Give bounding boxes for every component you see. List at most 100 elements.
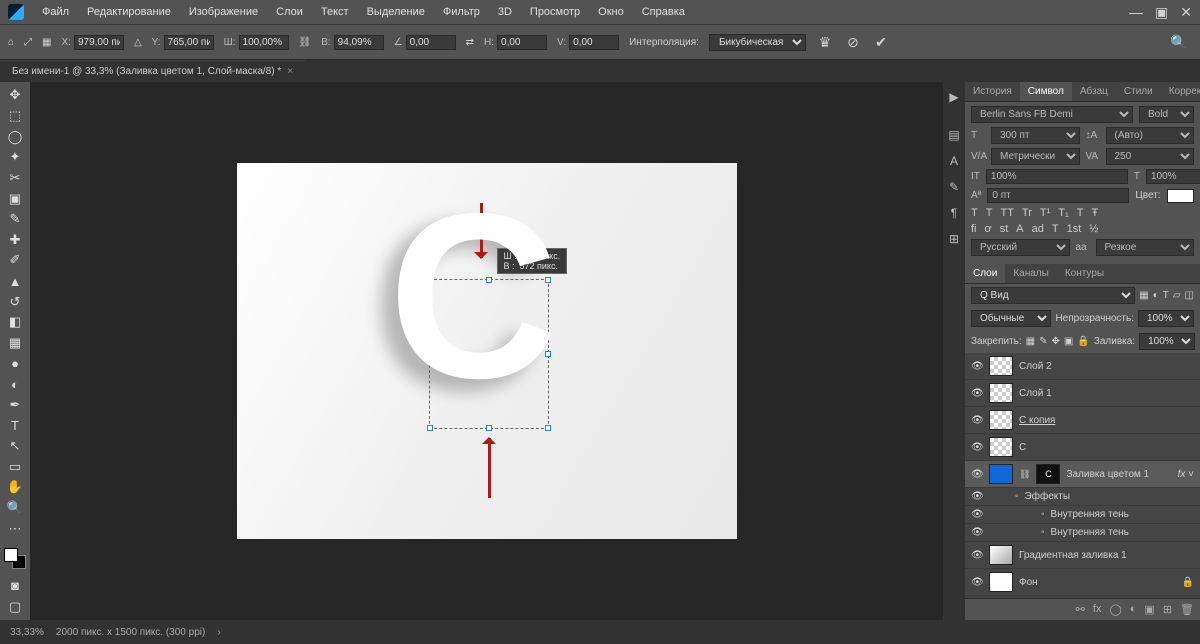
- visibility-icon[interactable]: 👁: [971, 442, 983, 453]
- layer-thumb[interactable]: [989, 572, 1013, 592]
- y-input[interactable]: [164, 35, 214, 50]
- transform-tool-icon[interactable]: ⤢: [24, 37, 32, 48]
- visibility-icon[interactable]: 👁: [971, 491, 983, 502]
- visibility-icon[interactable]: 👁: [971, 469, 983, 480]
- angle-input[interactable]: [406, 35, 456, 50]
- layer-row[interactable]: 👁Градиентная заливка 1: [965, 542, 1200, 569]
- more-tools[interactable]: ⋯: [3, 519, 27, 538]
- lock-trans-icon[interactable]: ▦: [1026, 336, 1035, 347]
- menu-view[interactable]: Просмотр: [530, 6, 580, 18]
- layer-name[interactable]: Внутренняя тень: [1051, 527, 1194, 538]
- layer-name[interactable]: С копия: [1019, 415, 1194, 426]
- marquee-tool[interactable]: ⬚: [3, 107, 27, 126]
- caps-btn[interactable]: TT: [1000, 207, 1013, 219]
- lasso-tool[interactable]: ◯: [3, 127, 27, 146]
- size-input[interactable]: 300 пт: [991, 127, 1080, 144]
- crop-tool[interactable]: ✂: [3, 169, 27, 188]
- delta-icon[interactable]: △: [134, 37, 142, 48]
- visibility-icon[interactable]: 👁: [971, 388, 983, 399]
- baseline-input[interactable]: [987, 188, 1129, 203]
- path-tool[interactable]: ↖: [3, 437, 27, 456]
- menu-layers[interactable]: Слои: [276, 6, 303, 18]
- layer-search[interactable]: Q Вид: [971, 287, 1135, 304]
- tab-paths[interactable]: Контуры: [1057, 264, 1112, 283]
- panel-icon-4[interactable]: ¶: [945, 204, 963, 222]
- play-icon[interactable]: ▶: [945, 88, 963, 106]
- visibility-icon[interactable]: 👁: [971, 361, 983, 372]
- menu-text[interactable]: Текст: [321, 6, 349, 18]
- layer-row[interactable]: 👁С копия: [965, 407, 1200, 434]
- layer-thumb[interactable]: [989, 437, 1013, 457]
- dodge-tool[interactable]: ◐: [3, 375, 27, 394]
- filter-type-icon[interactable]: T: [1163, 290, 1169, 301]
- fg-color[interactable]: [4, 548, 18, 562]
- new-fill-icon[interactable]: ◐: [1130, 603, 1137, 616]
- layer-row[interactable]: 👁◦Эффекты: [965, 488, 1200, 506]
- hand-tool[interactable]: ✋: [3, 478, 27, 497]
- menu-select[interactable]: Выделение: [367, 6, 425, 18]
- menu-file[interactable]: Файл: [42, 6, 69, 18]
- quickmask-tool[interactable]: ◙: [3, 577, 27, 596]
- blur-tool[interactable]: ●: [3, 354, 27, 373]
- strike-btn[interactable]: Ŧ: [1091, 207, 1098, 219]
- layer-thumb[interactable]: [989, 410, 1013, 430]
- minimize-icon[interactable]: —: [1129, 4, 1143, 21]
- search-icon[interactable]: 🔍: [1170, 33, 1188, 51]
- layer-row[interactable]: 👁Фон🔒: [965, 569, 1200, 596]
- layer-fx-icon[interactable]: fx: [1093, 603, 1102, 616]
- layer-thumb[interactable]: [989, 464, 1013, 484]
- vskew-input[interactable]: [569, 35, 619, 50]
- h-input[interactable]: [334, 35, 384, 50]
- stylistic-btn[interactable]: ad: [1032, 223, 1044, 235]
- zoom-tool[interactable]: 🔍: [3, 499, 27, 518]
- screenmode-tool[interactable]: ▢: [3, 597, 27, 616]
- aa-select[interactable]: Резкое: [1096, 239, 1195, 256]
- anchor-point-widget[interactable]: ▦: [42, 37, 51, 48]
- heal-tool[interactable]: ✚: [3, 230, 27, 249]
- filter-pixel-icon[interactable]: ▦: [1139, 290, 1148, 301]
- lang-select[interactable]: Русский: [971, 239, 1070, 256]
- alt-btn[interactable]: ơ: [985, 223, 992, 235]
- tab-adjust[interactable]: Коррекция: [1161, 82, 1200, 101]
- fx-badge[interactable]: fx ˅: [1178, 469, 1194, 480]
- brush-tool[interactable]: ✐: [3, 251, 27, 270]
- lock-nest-icon[interactable]: ▣: [1064, 336, 1073, 347]
- tab-paragraph[interactable]: Абзац: [1072, 82, 1116, 101]
- lock-all-icon[interactable]: 🔒: [1077, 336, 1089, 347]
- tab-layers[interactable]: Слои: [965, 264, 1005, 283]
- menu-filter[interactable]: Фильтр: [443, 6, 480, 18]
- opacity-input[interactable]: 100%: [1138, 310, 1194, 327]
- vscale-input[interactable]: [986, 169, 1128, 184]
- panel-icon-2[interactable]: A: [945, 152, 963, 170]
- weight-select[interactable]: Bold: [1139, 106, 1194, 123]
- wand-tool[interactable]: ✦: [3, 148, 27, 167]
- w-input[interactable]: [239, 35, 289, 50]
- layer-mask-icon[interactable]: ◯: [1109, 603, 1121, 616]
- layer-name[interactable]: Заливка цветом 1: [1066, 469, 1171, 480]
- flip-icon[interactable]: ⇄: [466, 37, 474, 48]
- swash-btn[interactable]: A: [1016, 223, 1023, 235]
- layer-row[interactable]: 👁Слой 2: [965, 353, 1200, 380]
- stamp-tool[interactable]: ▲: [3, 272, 27, 291]
- pen-tool[interactable]: ✒: [3, 396, 27, 415]
- layer-mask-thumb[interactable]: C: [1036, 464, 1060, 484]
- visibility-icon[interactable]: 👁: [971, 527, 983, 538]
- super-btn[interactable]: T¹: [1040, 207, 1050, 219]
- delete-layer-icon[interactable]: 🗑: [1180, 603, 1194, 616]
- move-tool[interactable]: ✥: [3, 86, 27, 105]
- visibility-icon[interactable]: 👁: [971, 577, 983, 588]
- layer-row[interactable]: 👁С: [965, 434, 1200, 461]
- home-icon[interactable]: ⌂: [8, 32, 14, 52]
- link-wh-icon[interactable]: ⛓: [299, 37, 312, 48]
- type-tool[interactable]: T: [3, 416, 27, 435]
- layer-name[interactable]: Градиентная заливка 1: [1019, 550, 1194, 561]
- layer-name[interactable]: Фон: [1019, 577, 1176, 588]
- hscale-input[interactable]: [1146, 169, 1200, 184]
- menu-help[interactable]: Справка: [642, 6, 685, 18]
- frame-tool[interactable]: ▣: [3, 189, 27, 208]
- tab-character[interactable]: Символ: [1020, 82, 1072, 101]
- lig-btn[interactable]: fi: [971, 223, 977, 235]
- italic-btn[interactable]: T: [986, 207, 993, 219]
- fraction-btn[interactable]: ½: [1089, 223, 1098, 235]
- layer-thumb[interactable]: [989, 545, 1013, 565]
